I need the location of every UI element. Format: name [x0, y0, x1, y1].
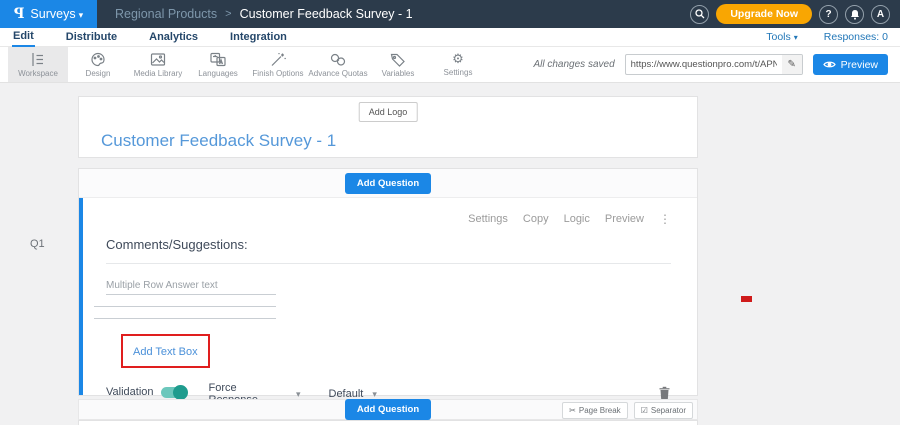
- edit-toolbar: Workspace Design Media Library Languages…: [0, 47, 900, 83]
- checkbox-icon: [641, 406, 648, 415]
- design-palette-icon: [89, 52, 107, 67]
- breadcrumb-current: Customer Feedback Survey - 1: [240, 7, 413, 21]
- topbar: P Surveys Regional Products > Customer F…: [0, 0, 900, 28]
- tool-workspace[interactable]: Workspace: [8, 47, 68, 82]
- help-button[interactable]: ?: [819, 5, 838, 24]
- question-number-label: Q1: [30, 238, 45, 250]
- add-question-strip: Add Question: [79, 169, 697, 198]
- tool-finish-options[interactable]: Finish Options: [248, 47, 308, 82]
- answer-row[interactable]: [94, 307, 276, 319]
- advance-quotas-links-icon: [329, 52, 347, 67]
- settings-gear-icon: ⚙: [452, 52, 464, 66]
- question-card: Add Question Settings Copy Logic Preview…: [78, 168, 698, 396]
- preview-button[interactable]: Preview: [813, 54, 888, 75]
- languages-icon: [209, 52, 227, 67]
- validation-label: Validation: [106, 386, 154, 398]
- page-break-button[interactable]: Page Break: [562, 402, 628, 419]
- save-status: All changes saved: [533, 59, 614, 70]
- questionpro-logo-icon: P: [14, 6, 25, 22]
- question-actions-menu: Settings Copy Logic Preview ⋮: [106, 208, 671, 226]
- media-library-icon: [149, 52, 167, 67]
- survey-url-box: [625, 54, 803, 75]
- add-question-button-top[interactable]: Add Question: [345, 173, 431, 194]
- search-button[interactable]: [690, 5, 709, 24]
- red-annotation-mark: [741, 296, 752, 302]
- validation-toggle[interactable]: [161, 387, 187, 398]
- survey-title[interactable]: Customer Feedback Survey - 1: [101, 131, 336, 151]
- question-settings-link[interactable]: Settings: [468, 213, 508, 225]
- tab-distribute[interactable]: Distribute: [65, 29, 118, 46]
- upgrade-now-button[interactable]: Upgrade Now: [716, 4, 812, 24]
- add-text-box-highlight: Add Text Box: [121, 334, 210, 368]
- answer-row[interactable]: [94, 295, 276, 307]
- survey-workspace: Q1 Add Logo Customer Feedback Survey - 1…: [0, 83, 900, 425]
- tool-design[interactable]: Design: [68, 47, 128, 82]
- add-question-button-bottom[interactable]: Add Question: [345, 399, 431, 420]
- tool-media-library[interactable]: Media Library: [128, 47, 188, 82]
- edit-url-pencil-icon[interactable]: [782, 55, 802, 74]
- question-text[interactable]: Comments/Suggestions:: [106, 237, 671, 264]
- separator-button[interactable]: Separator: [634, 402, 693, 419]
- question-preview-link[interactable]: Preview: [605, 213, 644, 225]
- multirow-answer-area[interactable]: Multiple Row Answer text: [106, 280, 276, 319]
- tool-advance-quotas[interactable]: Advance Quotas: [308, 47, 368, 82]
- add-logo-button[interactable]: Add Logo: [359, 102, 418, 122]
- breadcrumb: Regional Products > Customer Feedback Su…: [115, 0, 413, 28]
- question-block-q1[interactable]: Settings Copy Logic Preview ⋮ Comments/S…: [79, 198, 697, 395]
- question-copy-link[interactable]: Copy: [523, 213, 549, 225]
- breadcrumb-folder[interactable]: Regional Products: [115, 7, 217, 21]
- avatar[interactable]: A: [871, 5, 890, 24]
- notifications-button[interactable]: [845, 5, 864, 24]
- bottom-add-question-strip: Add Question Page Break Separator: [78, 399, 698, 420]
- next-section-card: [78, 420, 698, 425]
- tool-languages[interactable]: Languages: [188, 47, 248, 82]
- product-label: Surveys: [30, 7, 83, 21]
- add-text-box-link[interactable]: Add Text Box: [133, 346, 198, 358]
- kebab-menu-icon[interactable]: ⋮: [659, 212, 671, 226]
- tab-analytics[interactable]: Analytics: [148, 29, 199, 46]
- toggle-knob: [173, 385, 188, 400]
- search-icon: [695, 9, 705, 19]
- answer-row-placeholder[interactable]: Multiple Row Answer text: [106, 280, 276, 295]
- tab-integration[interactable]: Integration: [229, 29, 288, 46]
- tab-edit[interactable]: Edit: [12, 28, 35, 47]
- survey-url-input[interactable]: [626, 59, 782, 70]
- eye-icon: [823, 60, 836, 69]
- responses-count[interactable]: Responses: 0: [824, 31, 888, 43]
- topbar-actions: Upgrade Now ? A: [690, 0, 900, 28]
- tool-variables[interactable]: Variables: [368, 47, 428, 82]
- surveys-product-switcher[interactable]: P Surveys: [0, 0, 97, 28]
- tool-settings[interactable]: ⚙ Settings: [428, 47, 488, 82]
- survey-header-card: Add Logo Customer Feedback Survey - 1: [78, 96, 698, 158]
- variables-tag-icon: [389, 52, 407, 67]
- menubar: Edit Distribute Analytics Integration To…: [0, 28, 900, 47]
- tools-dropdown[interactable]: Tools: [766, 31, 798, 43]
- bell-icon: [850, 9, 860, 20]
- breadcrumb-separator-icon: >: [225, 8, 231, 20]
- workspace-icon: [29, 52, 47, 67]
- scissors-icon: [569, 406, 576, 415]
- question-logic-link[interactable]: Logic: [564, 213, 590, 225]
- finish-options-wand-icon: [269, 52, 287, 67]
